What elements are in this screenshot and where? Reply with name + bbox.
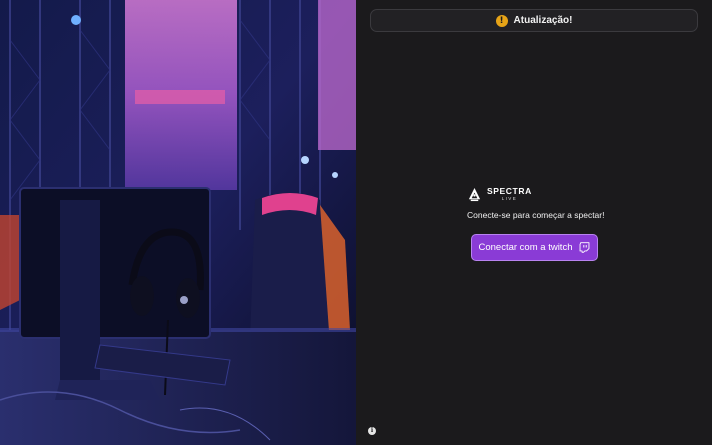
update-banner[interactable]: ! Atualização! bbox=[370, 9, 698, 32]
spectra-logo-icon bbox=[468, 187, 481, 201]
brand-sub: LIVE bbox=[501, 195, 518, 201]
connect-twitch-label: Conectar com a twitch bbox=[478, 242, 573, 253]
login-tagline: Conecte-se para começar a spectar! bbox=[467, 210, 605, 220]
connect-twitch-button[interactable]: Conectar com a twitch bbox=[471, 234, 598, 261]
alert-icon: ! bbox=[495, 14, 508, 27]
login-block: SPECTRA LIVE Conecte-se para começar a s… bbox=[467, 185, 667, 261]
brand: SPECTRA LIVE bbox=[467, 185, 667, 203]
twitch-icon bbox=[580, 242, 590, 253]
gaming-setup-illustration bbox=[0, 0, 356, 445]
info-icon[interactable]: i bbox=[368, 427, 376, 435]
brand-name: SPECTRA bbox=[487, 186, 532, 196]
hero-photo bbox=[0, 0, 356, 445]
update-label: Atualização! bbox=[513, 15, 573, 26]
login-panel: ! Atualização! SPECTRA LIVE Conecte-se p… bbox=[356, 0, 712, 445]
brand-wordmark: SPECTRA LIVE bbox=[487, 187, 532, 201]
